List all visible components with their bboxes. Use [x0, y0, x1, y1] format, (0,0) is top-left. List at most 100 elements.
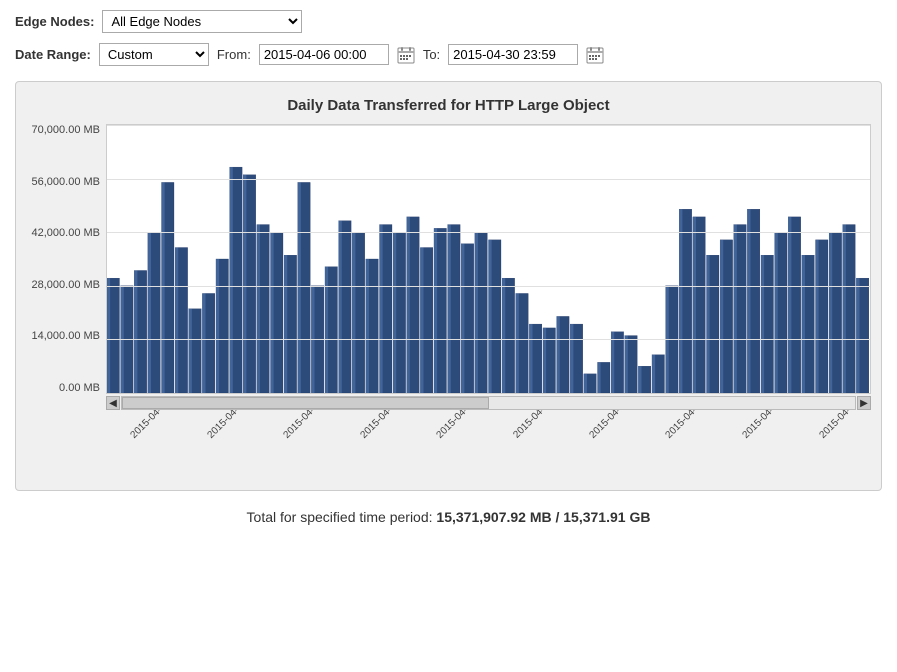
x-axis-label: 2015-04-07 [205, 410, 249, 441]
chart-plot [106, 124, 871, 394]
bar-highlight [448, 225, 451, 393]
bar-highlight [216, 259, 219, 393]
bar-highlight [693, 217, 696, 393]
bar-highlight [570, 324, 573, 393]
chart-area: 70,000.00 MB 56,000.00 MB 42,000.00 MB 28,0… [26, 124, 871, 480]
x-labels-container: 2015-04-06 2015-04-07 2015-04-08 2015-04-09… [106, 410, 871, 480]
bar-highlight [788, 217, 791, 393]
bar-highlight [734, 225, 737, 393]
bar-highlight [393, 232, 396, 393]
total-row: Total for specified time period: 15,371,… [15, 509, 882, 525]
x-axis-label: 2015-04-12 [587, 410, 631, 441]
bar-highlight [843, 225, 846, 393]
bar-highlight [107, 278, 110, 393]
bar-highlight [529, 324, 532, 393]
to-date-input[interactable] [448, 44, 578, 65]
bar-highlight [243, 175, 246, 393]
bar-highlight [761, 255, 764, 393]
edge-nodes-label: Edge Nodes: [15, 14, 94, 29]
y-axis-label: 56,000.00 MB [32, 176, 101, 188]
bar-highlight [829, 232, 832, 393]
bar-highlight [720, 240, 723, 393]
scrollbar-row: ◀ ▶ [106, 396, 871, 410]
grid-line [107, 393, 870, 394]
scrollbar-track[interactable] [121, 396, 856, 410]
bar-highlight [775, 232, 778, 393]
grid-line [107, 286, 870, 287]
y-axis: 70,000.00 MB 56,000.00 MB 42,000.00 MB 28,0… [26, 124, 106, 394]
from-calendar-icon[interactable] [397, 46, 415, 64]
bar-highlight [638, 366, 641, 393]
x-axis-label: 2015-04-09 [358, 410, 402, 441]
y-axis-label: 70,000.00 MB [32, 124, 101, 136]
total-label: Total for specified time period: [247, 509, 433, 525]
bar-highlight [148, 232, 151, 393]
bar-highlight [598, 362, 601, 393]
bar-highlight [366, 259, 369, 393]
bar-highlight [584, 374, 587, 393]
bar-highlight [202, 293, 205, 393]
bar-highlight [230, 167, 233, 393]
bar-highlight [189, 309, 192, 393]
bar-highlight [461, 244, 464, 393]
bar-highlight [802, 255, 805, 393]
y-axis-label: 42,000.00 MB [32, 227, 101, 239]
x-axis-label: 2015-04-06 [129, 410, 173, 441]
bar-highlight [611, 332, 614, 393]
bar-highlight [816, 240, 819, 393]
bar-highlight [339, 221, 342, 393]
bar-highlight [516, 293, 519, 393]
bar-highlight [625, 336, 628, 393]
chart-title: Daily Data Transferred for HTTP Large Ob… [26, 97, 871, 114]
bar-highlight [856, 278, 859, 393]
x-axis-label: 2015-04-15 [817, 410, 861, 441]
bar-highlight [557, 316, 560, 393]
bars-svg [107, 125, 870, 393]
grid-line [107, 339, 870, 340]
bar-highlight [134, 270, 137, 393]
bar-highlight [434, 228, 437, 393]
bar-highlight [679, 209, 682, 393]
x-axis-label: 2015-04-08 [282, 410, 326, 441]
bar-highlight [271, 232, 274, 393]
to-calendar-icon[interactable] [586, 46, 604, 64]
bar-highlight [380, 225, 383, 393]
bar-highlight [502, 278, 505, 393]
x-axis-label: 2015-04-14 [740, 410, 784, 441]
scrollbar-thumb[interactable] [122, 397, 489, 409]
y-axis-label: 28,000.00 MB [32, 279, 101, 291]
chart-container: Daily Data Transferred for HTTP Large Ob… [15, 81, 882, 491]
y-axis-label: 0.00 MB [59, 382, 100, 394]
total-value: 15,371,907.92 MB / 15,371.91 GB [436, 509, 650, 525]
bar-highlight [175, 248, 178, 393]
bar-highlight [475, 232, 478, 393]
edge-nodes-select[interactable]: All Edge Nodes Edge Node 1 Edge Node 2 [102, 10, 302, 33]
date-range-select[interactable]: Custom Last 7 Days Last 30 Days This Mon… [99, 43, 209, 66]
bar-highlight [707, 255, 710, 393]
scroll-right-arrow[interactable]: ▶ [857, 396, 871, 410]
chart-plot-wrapper: ◀ ▶ 2015-04-062015-04-072015-04-082015-0… [106, 124, 871, 480]
bar-highlight [298, 182, 301, 393]
bar-highlight [420, 248, 423, 393]
bar-highlight [747, 209, 750, 393]
from-label: From: [217, 47, 251, 62]
x-axis-label: 2015-04-11 [511, 410, 554, 441]
bar-highlight [162, 182, 165, 393]
x-axis-label: 2015-04-13 [664, 410, 708, 441]
scroll-left-arrow[interactable]: ◀ [106, 396, 120, 410]
bar-highlight [257, 225, 260, 393]
bar-highlight [407, 217, 410, 393]
bar-highlight [284, 255, 287, 393]
grid-line [107, 232, 870, 233]
from-date-input[interactable] [259, 44, 389, 65]
y-axis-label: 14,000.00 MB [32, 330, 101, 342]
bar-highlight [489, 240, 492, 393]
bar-highlight [543, 328, 546, 393]
bar-highlight [352, 232, 355, 393]
x-axis-label: 2015-04-10 [435, 410, 479, 441]
grid-line [107, 179, 870, 180]
grid-line [107, 125, 870, 126]
date-range-label: Date Range: [15, 47, 91, 62]
to-label: To: [423, 47, 440, 62]
bar-highlight [652, 355, 655, 393]
